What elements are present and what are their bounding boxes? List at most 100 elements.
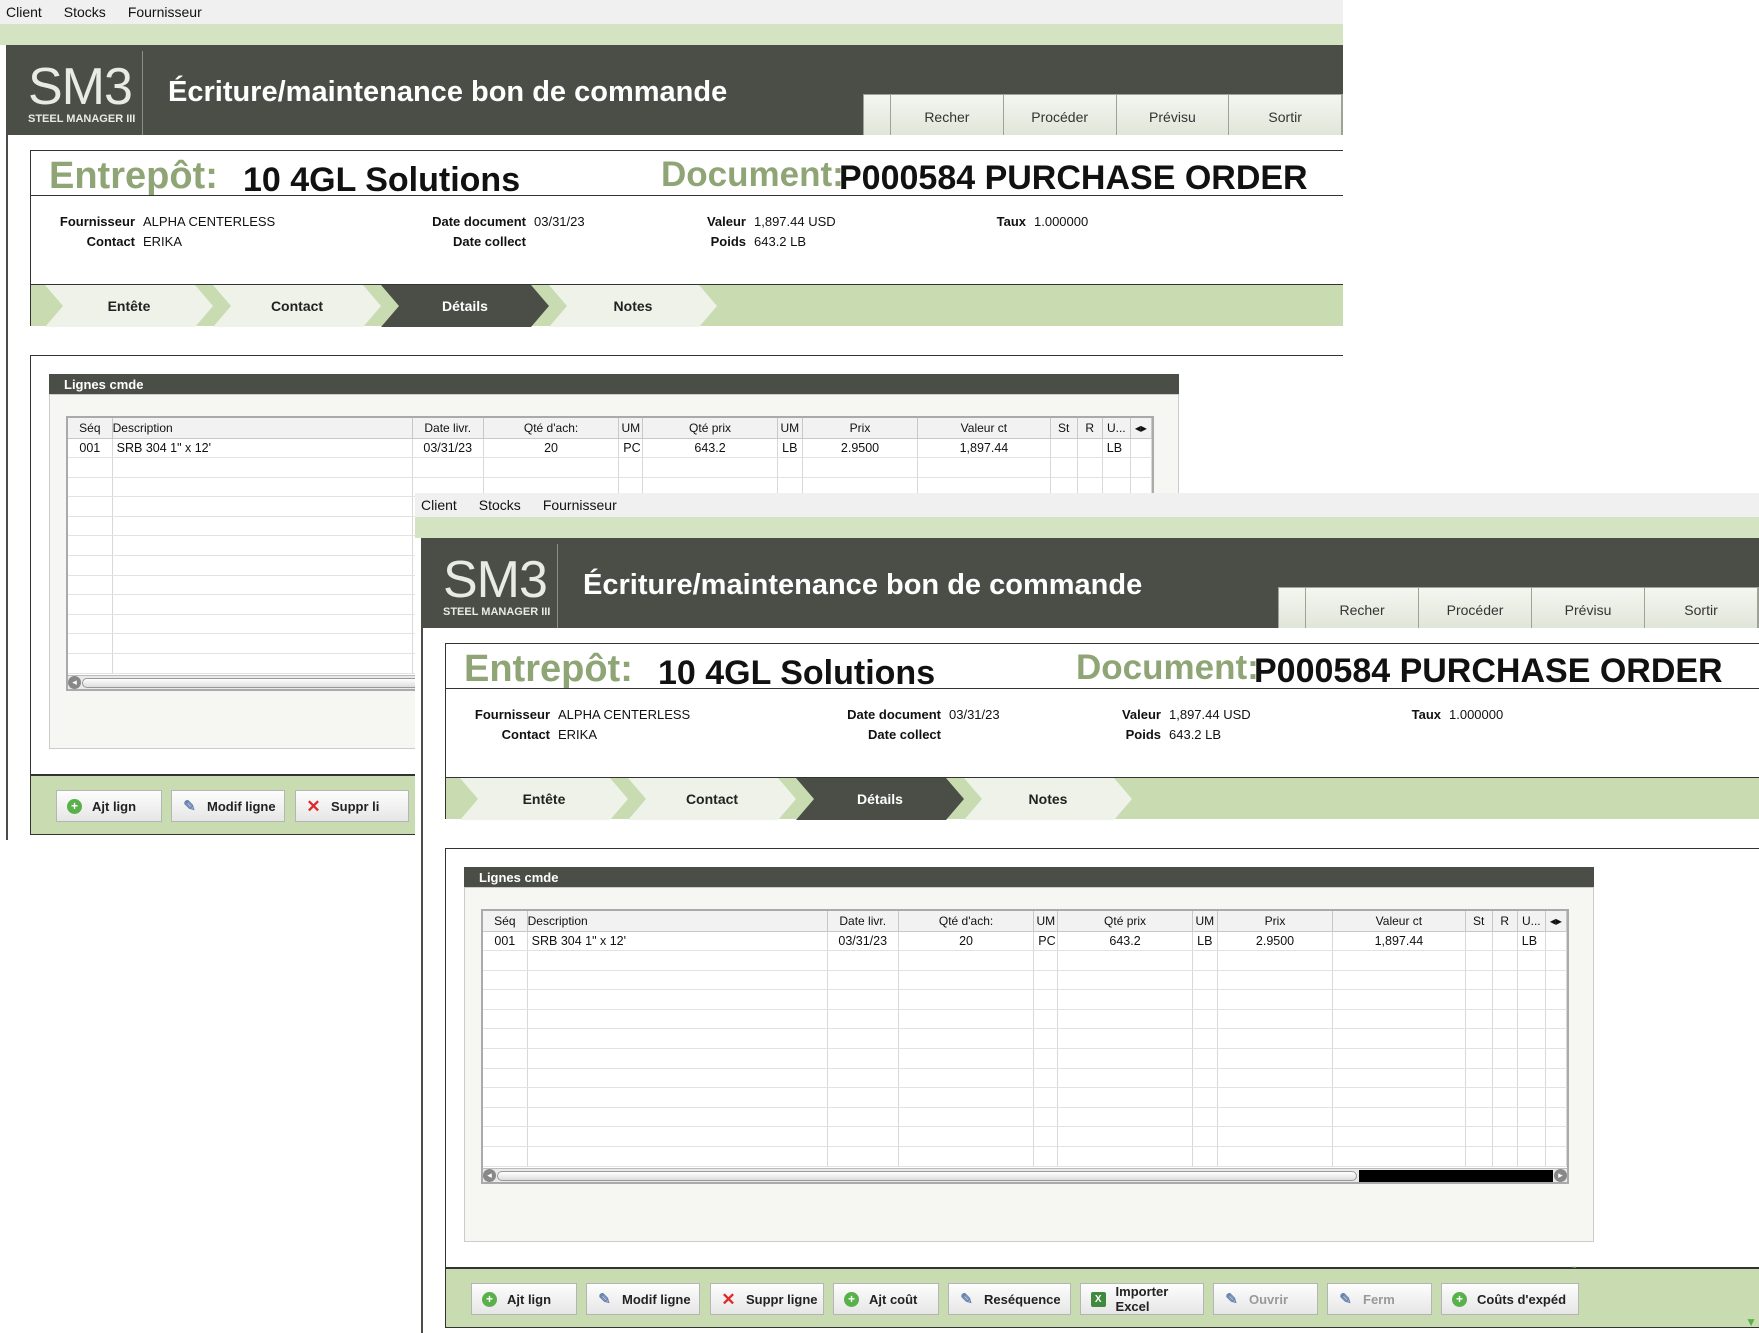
delete-x-icon: ✕	[306, 796, 321, 816]
menu-fournisseur[interactable]: Fournisseur	[543, 497, 617, 513]
ribbon-strip	[0, 24, 1343, 45]
preview-button[interactable]: Prévisu	[1116, 95, 1230, 138]
proceed-button[interactable]: Procéder	[1419, 588, 1533, 631]
fournisseur-row: Fournisseur ALPHA CENTERLESS	[59, 214, 276, 229]
horizontal-scrollbar[interactable]: ◂ ▸	[483, 1168, 1567, 1182]
menu-bar: Client Stocks Fournisseur	[0, 0, 1343, 24]
fournisseur-row: Fournisseur ALPHA CENTERLESS	[474, 707, 691, 722]
contact-row: Contact ERIKA	[86, 234, 183, 249]
scroll-thumb[interactable]	[497, 1171, 1357, 1181]
menu-stocks[interactable]: Stocks	[479, 497, 521, 513]
exit-button[interactable]: Sortir	[1645, 588, 1758, 631]
resequence-button[interactable]: ✎ Reséquence	[948, 1283, 1071, 1315]
wrench-icon: ✎	[183, 797, 196, 815]
plus-icon: +	[844, 1291, 859, 1307]
delete-line-button[interactable]: ✕ Suppr ligne	[710, 1283, 824, 1315]
document-value: P000584 PURCHASE ORDER	[1254, 652, 1723, 690]
toolbar: Recher Procéder Prévisu Sortir	[1278, 587, 1759, 631]
delete-line-button[interactable]: ✕ Suppr li	[295, 790, 409, 822]
tab-details[interactable]: Détails	[381, 285, 549, 327]
date-doc-row: Date document 03/31/23	[847, 707, 1000, 722]
menu-stocks[interactable]: Stocks	[64, 4, 106, 20]
tab-entete[interactable]: Entête	[45, 285, 213, 327]
logo-sub: STEEL MANAGER III	[443, 606, 551, 618]
valeur-row: Valeur 1,897.44 USD	[1121, 707, 1251, 722]
modify-line-button[interactable]: ✎ Modif ligne	[171, 790, 285, 822]
tab-notes[interactable]: Notes	[964, 778, 1132, 820]
plus-icon: +	[1452, 1291, 1467, 1307]
poids-row: Poids 643.2 LB	[710, 234, 807, 249]
date-collect-row: Date collect	[453, 234, 526, 249]
menu-fournisseur[interactable]: Fournisseur	[128, 4, 202, 20]
empty-row[interactable]	[483, 1107, 1567, 1128]
preview-button[interactable]: Prévisu	[1532, 588, 1646, 631]
lines-grid[interactable]: Séq Description Date livr. Qté d'ach: UM…	[481, 909, 1569, 1184]
document-panel: Entrepôt: 10 4GL Solutions Document: P00…	[30, 150, 1343, 327]
table-row[interactable]: 001 SRB 304 1" x 12' 03/31/23 20 PC 643.…	[68, 438, 1152, 459]
add-line-button[interactable]: + Ajt lign	[471, 1283, 577, 1315]
logo-sub: STEEL MANAGER III	[28, 113, 136, 125]
import-excel-button[interactable]: X Importer Excel	[1080, 1283, 1204, 1315]
logo-main: SM3	[28, 58, 133, 116]
scroll-left-icon[interactable]: ◂	[68, 676, 81, 689]
empty-row[interactable]	[483, 1068, 1567, 1089]
excel-icon: X	[1091, 1291, 1106, 1307]
table-row[interactable]: 001 SRB 304 1" x 12' 03/31/23 20 PC 643.…	[483, 931, 1567, 952]
app-frame: SM3 STEEL MANAGER III Écriture/maintenan…	[421, 538, 1759, 1333]
tab-contact[interactable]: Contact	[213, 285, 381, 327]
add-cost-button[interactable]: + Ajt coût	[833, 1283, 939, 1315]
column-chooser-icon[interactable]: ◂▸	[1545, 911, 1567, 932]
resize-corner-icon[interactable]: ▼	[1745, 1315, 1757, 1329]
search-button[interactable]: Recher	[891, 95, 1004, 138]
search-button[interactable]: Recher	[1306, 588, 1420, 631]
entrepot-label: Entrepôt:	[464, 648, 633, 690]
add-line-button[interactable]: + Ajt lign	[56, 790, 162, 822]
close-button[interactable]: ✎ Ferm	[1327, 1283, 1432, 1315]
page-title: Écriture/maintenance bon de commande	[168, 76, 728, 108]
taux-row: Taux 1.000000	[1411, 707, 1504, 722]
document-label: Document:	[1076, 648, 1259, 687]
action-bar: + Ajt lign ✎ Modif ligne ✕ Suppr ligne + Ajt…	[445, 1268, 1759, 1328]
menu-bar: Client Stocks Fournisseur	[415, 493, 1759, 517]
tab-details[interactable]: Détails	[796, 778, 964, 820]
grid-header: Séq Description Date livr. Qté d'ach: UM…	[68, 418, 1152, 439]
empty-row[interactable]	[483, 1009, 1567, 1030]
valeur-row: Valeur 1,897.44 USD	[706, 214, 836, 229]
empty-row[interactable]	[483, 1126, 1567, 1148]
tab-entete[interactable]: Entête	[460, 778, 628, 820]
empty-row[interactable]	[483, 1048, 1567, 1069]
tab-notes[interactable]: Notes	[549, 285, 717, 327]
logo-main: SM3	[443, 551, 548, 609]
sm3-logo: SM3 STEEL MANAGER III	[427, 544, 558, 630]
menu-client[interactable]: Client	[6, 4, 42, 20]
foreground-window: Client Stocks Fournisseur SM3 STEEL MANA…	[415, 493, 1759, 1333]
empty-row[interactable]	[483, 1146, 1567, 1167]
menu-client[interactable]: Client	[421, 497, 457, 513]
scroll-right-icon[interactable]: ▸	[1554, 1169, 1567, 1182]
app-body: Entrepôt: 10 4GL Solutions Document: P00…	[423, 628, 1759, 1333]
empty-row[interactable]	[483, 1087, 1567, 1108]
document-panel: Entrepôt: 10 4GL Solutions Document: P00…	[445, 643, 1759, 820]
column-chooser-icon[interactable]: ◂▸	[1130, 418, 1152, 439]
modify-line-button[interactable]: ✎ Modif ligne	[586, 1283, 700, 1315]
tab-contact[interactable]: Contact	[628, 778, 796, 820]
tab-strip: Entête Contact Détails Notes	[446, 777, 1759, 820]
plus-icon: +	[67, 798, 82, 814]
shipping-costs-button[interactable]: + Coûts d'expéd	[1441, 1283, 1579, 1315]
scroll-track-dark[interactable]	[1359, 1170, 1553, 1182]
empty-row[interactable]	[68, 457, 1152, 478]
empty-row[interactable]	[483, 1028, 1567, 1050]
empty-row[interactable]	[483, 989, 1567, 1010]
app-header: SM3 STEEL MANAGER III Écriture/maintenan…	[423, 538, 1759, 631]
open-button[interactable]: ✎ Ouvrir	[1213, 1283, 1318, 1315]
date-doc-row: Date document 03/31/23	[432, 214, 585, 229]
empty-row[interactable]	[483, 970, 1567, 991]
lines-title: Lignes cmde	[464, 867, 1594, 887]
proceed-button[interactable]: Procéder	[1003, 95, 1117, 138]
scroll-left-icon[interactable]: ◂	[483, 1169, 496, 1182]
empty-row[interactable]	[483, 950, 1567, 971]
wrench-icon: ✎	[1339, 1290, 1352, 1308]
wrench-icon: ✎	[960, 1290, 973, 1308]
exit-button[interactable]: Sortir	[1229, 95, 1343, 138]
wrench-icon: ✎	[1225, 1290, 1238, 1308]
